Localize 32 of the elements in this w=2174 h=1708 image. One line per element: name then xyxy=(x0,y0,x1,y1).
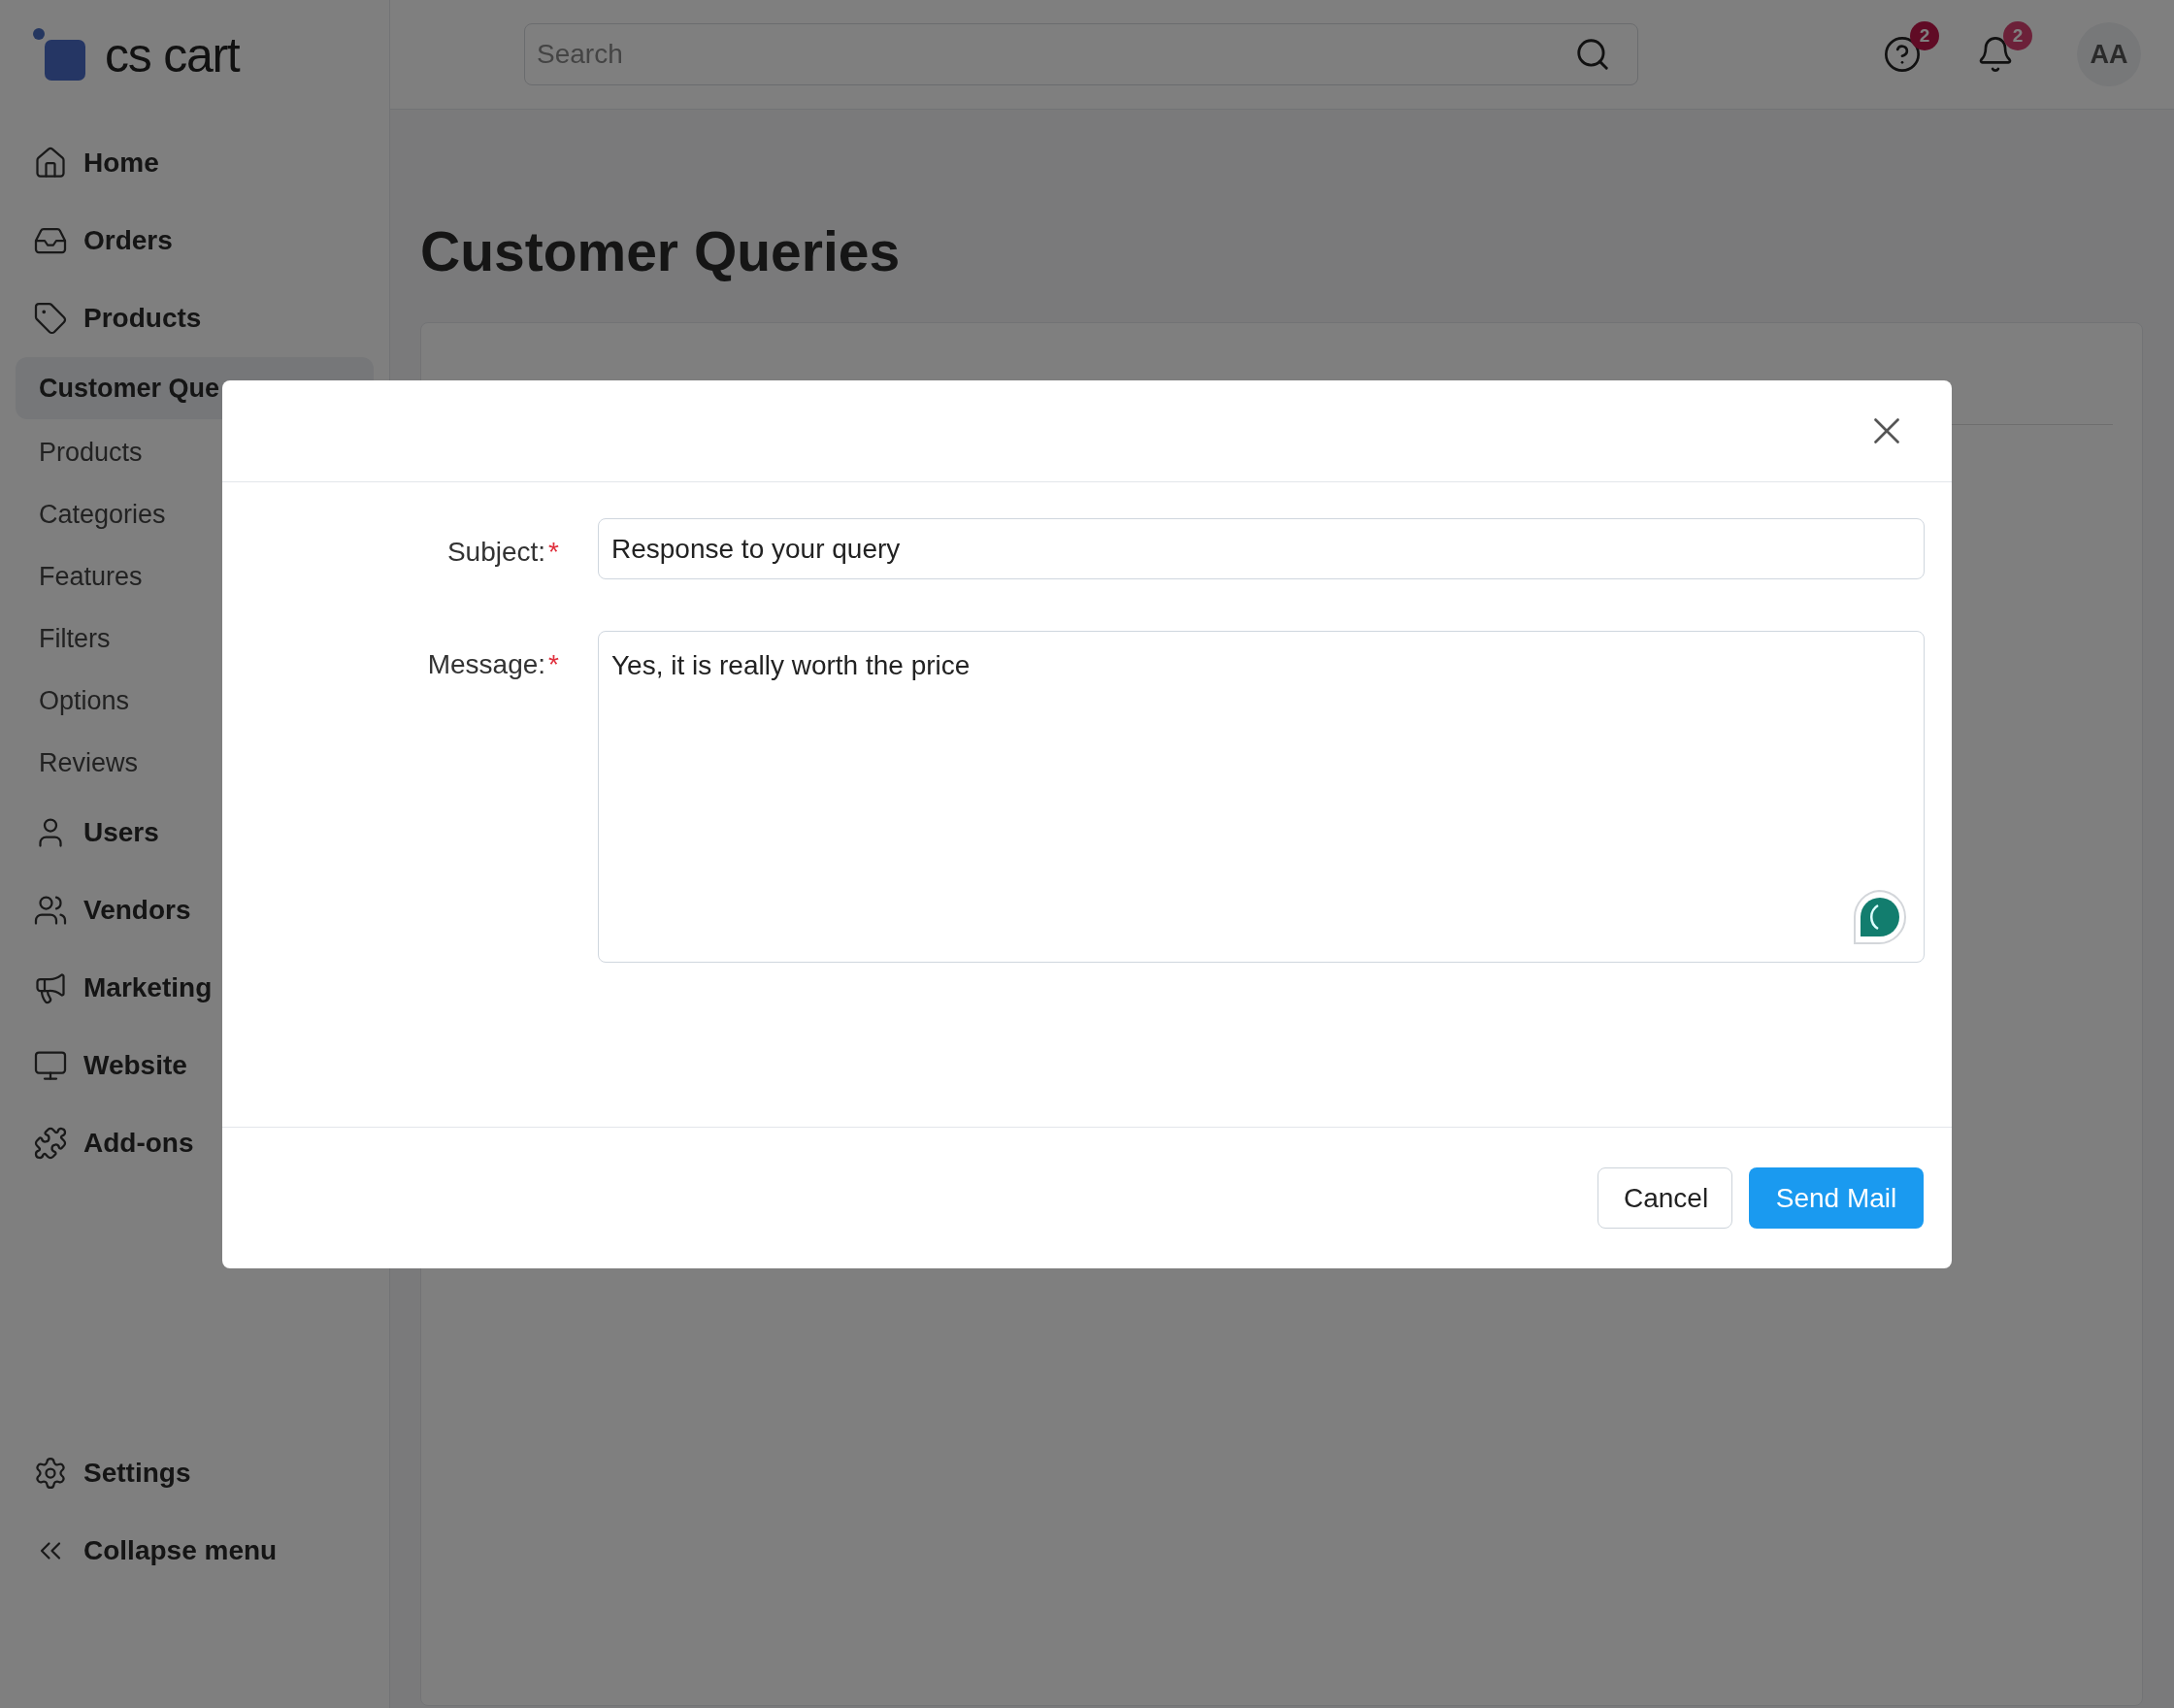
search-icon xyxy=(1574,36,1611,73)
help-icon xyxy=(1883,35,1922,74)
monitor-icon xyxy=(33,1048,68,1083)
search-field[interactable]: Search xyxy=(524,23,1638,85)
logo-icon xyxy=(33,28,87,82)
sidebar-item[interactable]: Collapse menu xyxy=(16,1512,374,1590)
sidebar-item[interactable]: Home xyxy=(16,124,374,202)
megaphone-icon xyxy=(33,970,68,1005)
field-label: Message:* xyxy=(427,648,559,681)
logo-text: cs cart xyxy=(105,26,240,84)
notification-badge: 2 xyxy=(2003,21,2032,50)
home-icon xyxy=(33,146,68,181)
help-button[interactable] xyxy=(1883,35,1922,74)
puzzle-icon xyxy=(33,1126,68,1161)
sidebar-item[interactable]: Orders xyxy=(16,202,374,279)
notification-badge: 2 xyxy=(1910,21,1939,50)
sidebar-item[interactable]: Add-ons xyxy=(16,1104,374,1182)
settings-icon xyxy=(33,1456,68,1491)
subject-field[interactable]: Response to your query xyxy=(598,518,1925,579)
sidebar-item[interactable]: Marketing xyxy=(16,949,374,1027)
sidebar-item[interactable]: Products xyxy=(16,279,374,357)
sidebar-item[interactable]: Vendors xyxy=(16,871,374,949)
cancel-button[interactable]: Cancel xyxy=(1598,1167,1732,1229)
user-avatar[interactable]: AA xyxy=(2077,22,2141,86)
sidebar-item[interactable]: Settings xyxy=(16,1434,374,1512)
tag-icon xyxy=(33,301,68,336)
message-field[interactable]: Yes, it is really worth the price xyxy=(598,631,1925,963)
field-label: Subject:* xyxy=(446,536,559,569)
sidebar-item[interactable]: Website xyxy=(16,1027,374,1104)
send-button[interactable]: Send Mail xyxy=(1749,1167,1924,1229)
page-title: Customer Queries xyxy=(420,224,902,279)
sidebar-item[interactable]: Users xyxy=(16,794,374,871)
